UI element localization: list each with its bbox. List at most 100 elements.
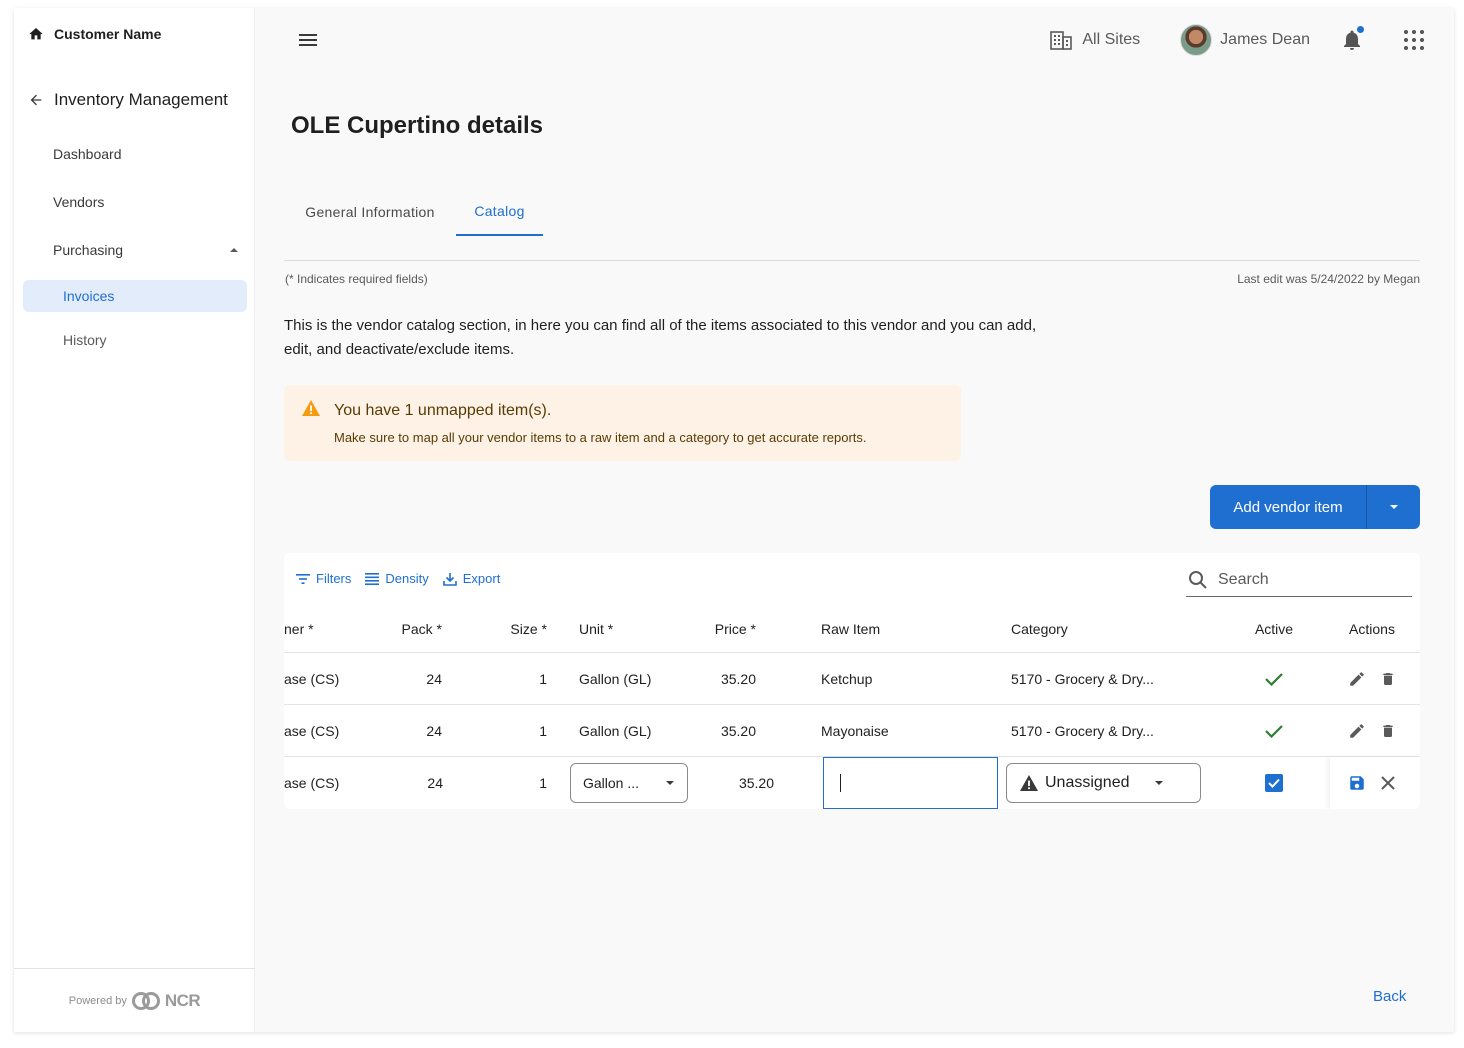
cell-price: 35.20 — [720, 670, 756, 687]
cell-uom: ase (CS) — [284, 670, 340, 687]
notifications-bell-icon[interactable] — [1340, 26, 1364, 52]
chevron-down-icon — [665, 778, 675, 788]
chevron-down-icon — [1154, 778, 1164, 788]
active-check-icon — [1244, 705, 1304, 756]
save-icon[interactable] — [1348, 774, 1366, 792]
close-icon[interactable] — [1380, 775, 1396, 791]
apps-grid-icon[interactable] — [1404, 30, 1424, 50]
category-select[interactable]: Unassigned — [1006, 763, 1201, 803]
ncr-brand: NCR — [164, 990, 201, 1010]
home-icon — [28, 26, 44, 42]
header-pack[interactable]: Pack * — [379, 605, 442, 652]
grid-toolbar: Filters Density Export — [296, 571, 500, 586]
tab-catalog[interactable]: Catalog — [456, 188, 543, 236]
edit-icon[interactable] — [1348, 722, 1366, 740]
category-select-content: Unassigned — [1019, 774, 1130, 792]
density-icon — [365, 572, 380, 585]
sidebar-item-dashboard[interactable]: Dashboard — [53, 146, 122, 162]
table-row-editing[interactable]: ase (CS) 24 1 Gallon ... 35.20 Unassigne… — [284, 757, 1420, 809]
active-checkbox-cell — [1244, 757, 1304, 809]
header-uom[interactable]: ner * — [284, 605, 314, 652]
building-icon — [1050, 30, 1073, 50]
filters-label: Filters — [316, 571, 352, 586]
unit-select-value: Gallon ... — [583, 775, 640, 791]
page-title: OLE Cupertino details — [291, 112, 544, 139]
back-to-inventory-management[interactable]: Inventory Management — [28, 90, 228, 110]
header-size[interactable]: Size * — [484, 605, 547, 652]
add-vendor-item-split-button: Add vendor item — [1210, 485, 1420, 529]
back-button[interactable]: Back — [1373, 988, 1406, 1005]
site-selector[interactable]: All Sites — [1050, 30, 1140, 50]
search-input[interactable] — [1218, 570, 1398, 589]
cell-raw-item: Mayonaise — [821, 722, 889, 739]
powered-by-label: Powered by — [68, 994, 127, 1007]
cell-category: 5170 - Grocery & Dry... — [1011, 670, 1154, 687]
sidebar-item-purchasing[interactable]: Purchasing — [53, 242, 239, 258]
customer-header[interactable]: Customer Name — [28, 26, 161, 42]
section-title: Inventory Management — [54, 90, 228, 109]
search-icon — [1188, 570, 1208, 590]
vendor-catalog-grid: Filters Density Export ner * — [284, 553, 1420, 809]
grid-header-row: ner * Pack * Size * Unit * Price * Raw I… — [284, 605, 1420, 653]
cell-pack: 24 — [426, 722, 442, 739]
menu-icon[interactable] — [298, 32, 318, 48]
export-label: Export — [462, 571, 501, 586]
filters-button[interactable]: Filters — [296, 571, 351, 586]
delete-icon[interactable] — [1380, 670, 1396, 688]
tab-general-information[interactable]: General Information — [284, 188, 456, 236]
export-button[interactable]: Export — [442, 571, 501, 586]
sidebar-subitem-invoices[interactable]: Invoices — [23, 280, 247, 312]
row-actions — [1332, 653, 1412, 704]
filter-icon — [296, 573, 310, 585]
unit-select[interactable]: Gallon ... — [570, 763, 688, 803]
active-checkbox[interactable] — [1265, 774, 1283, 792]
raw-item-input[interactable] — [823, 757, 998, 809]
sidebar-item-vendors[interactable]: Vendors — [53, 194, 104, 210]
edit-row-actions — [1332, 757, 1412, 809]
cell-size[interactable]: 1 — [484, 757, 547, 809]
table-row[interactable]: ase (CS) 24 1 Gallon (GL) 35.20 Ketchup … — [284, 653, 1420, 705]
category-select-value: Unassigned — [1045, 774, 1130, 791]
required-fields-note: (* Indicates required fields) — [285, 272, 428, 286]
cell-unit: Gallon (GL) — [579, 722, 652, 739]
header-category[interactable]: Category — [1011, 605, 1068, 652]
avatar — [1180, 24, 1213, 56]
density-button[interactable]: Density — [365, 571, 429, 586]
caret-up-icon — [229, 245, 239, 255]
last-edit-info: Last edit was 5/24/2022 by Megan — [1237, 272, 1420, 286]
cell-pack[interactable]: 24 — [380, 757, 443, 809]
notification-dot — [1357, 26, 1364, 33]
text-cursor — [840, 774, 841, 792]
table-row[interactable]: ase (CS) 24 1 Gallon (GL) 35.20 Mayonais… — [284, 705, 1420, 757]
delete-icon[interactable] — [1380, 722, 1396, 740]
download-icon — [442, 572, 457, 586]
header-price[interactable]: Price * — [684, 605, 756, 652]
catalog-description: This is the vendor catalog section, in h… — [284, 317, 1037, 358]
app-window: Customer Name Inventory Management Dashb… — [14, 8, 1454, 1032]
tab-bar: General Information Catalog — [284, 188, 1420, 261]
active-check-icon — [1244, 653, 1304, 704]
sidebar-subitem-history[interactable]: History — [23, 324, 247, 356]
row-actions — [1332, 705, 1412, 756]
cell-price[interactable]: 35.20 — [702, 757, 774, 809]
add-options-dropdown[interactable] — [1367, 485, 1420, 529]
header-active[interactable]: Active — [1244, 605, 1304, 652]
header-raw-item[interactable]: Raw Item — [821, 605, 880, 652]
cell-uom: ase (CS) — [284, 722, 340, 739]
cell-raw-item: Ketchup — [821, 670, 873, 687]
header-unit[interactable]: Unit * — [579, 605, 613, 652]
add-vendor-item-button[interactable]: Add vendor item — [1210, 485, 1367, 529]
grid-search — [1186, 563, 1412, 597]
sites-label: All Sites — [1082, 31, 1141, 48]
unmapped-items-alert: You have 1 unmapped item(s). Make sure t… — [284, 385, 961, 461]
warning-icon — [1019, 774, 1039, 792]
sidebar-item-label: Purchasing — [53, 242, 124, 258]
cell-category: 5170 - Grocery & Dry... — [1011, 722, 1154, 739]
caret-down-icon — [1389, 502, 1399, 512]
cell-pack: 24 — [426, 670, 442, 687]
arrow-back-icon — [28, 92, 44, 108]
density-label: Density — [385, 571, 429, 586]
top-bar-actions: All Sites James Dean — [1050, 22, 1424, 58]
edit-icon[interactable] — [1348, 670, 1366, 688]
user-menu[interactable]: James Dean — [1180, 24, 1310, 56]
